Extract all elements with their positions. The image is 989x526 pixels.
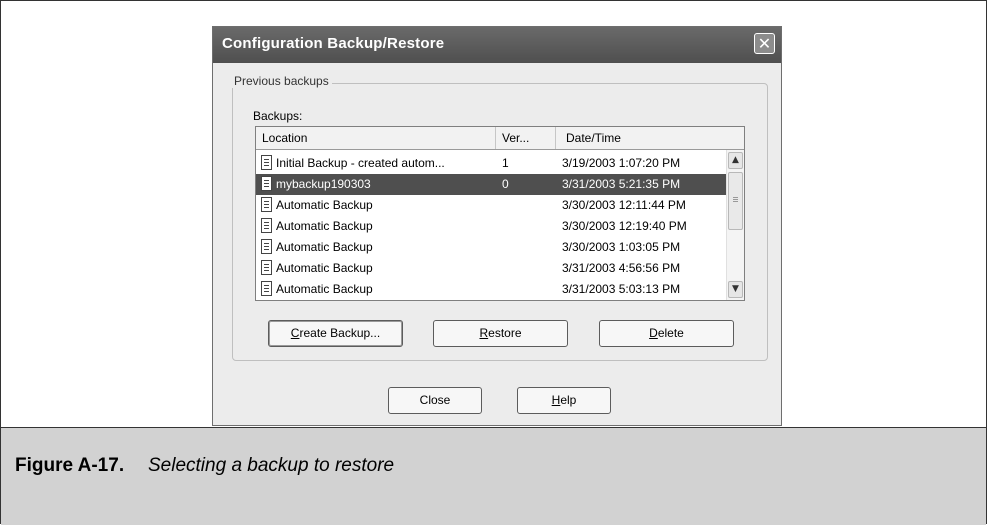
row-location: Automatic Backup <box>276 282 373 296</box>
dialog-title: Configuration Backup/Restore <box>222 35 445 52</box>
backup-restore-dialog: Configuration Backup/Restore ✕ Previous … <box>212 26 782 426</box>
row-datetime: 3/31/2003 5:03:13 PM <box>562 282 681 296</box>
table-row[interactable]: Automatic Backup 3/31/2003 5:03:13 PM <box>256 279 726 300</box>
restore-button[interactable]: Restore <box>433 320 568 347</box>
row-location: Automatic Backup <box>276 198 373 212</box>
table-row[interactable]: Automatic Backup 3/31/2003 4:56:56 PM <box>256 258 726 279</box>
close-icon[interactable]: ✕ <box>754 33 775 54</box>
row-version: 0 <box>502 177 509 191</box>
document-icon <box>261 239 272 254</box>
row-location: Automatic Backup <box>276 240 373 254</box>
chevron-up-icon[interactable]: ▲ <box>728 152 743 169</box>
row-location: mybackup190303 <box>276 177 371 191</box>
help-button[interactable]: Help <box>517 387 611 414</box>
backups-label: Backups: <box>253 109 303 123</box>
table-row[interactable]: Automatic Backup 3/30/2003 12:11:44 PM <box>256 195 726 216</box>
column-header-datetime[interactable]: Date/Time <box>556 127 724 149</box>
delete-label: elete <box>657 326 684 340</box>
table-row[interactable]: Automatic Backup 3/30/2003 12:19:40 PM <box>256 216 726 237</box>
row-datetime: 3/30/2003 12:11:44 PM <box>562 198 686 212</box>
row-datetime: 3/30/2003 1:03:05 PM <box>562 240 681 254</box>
row-datetime: 3/30/2003 12:19:40 PM <box>562 219 687 233</box>
close-label: Close <box>419 393 451 407</box>
figure-caption-bar: Figure A-17. Selecting a backup to resto… <box>1 427 986 525</box>
close-button[interactable]: Close <box>388 387 482 414</box>
listview-header: Location Ver... Date/Time <box>256 127 744 150</box>
help-label: elp <box>560 393 577 407</box>
row-location: Automatic Backup <box>276 219 373 233</box>
figure-label: Figure A-17. <box>15 455 125 476</box>
scrollbar-thumb[interactable] <box>728 172 743 230</box>
column-header-version[interactable]: Ver... <box>496 127 556 149</box>
create-backup-label: reate Backup... <box>299 326 381 340</box>
listview-rows: Initial Backup - created autom... 1 3/19… <box>256 153 726 300</box>
table-row-selected[interactable]: mybackup190303 0 3/31/2003 5:21:35 PM <box>256 174 726 195</box>
delete-accesskey: D <box>649 326 658 340</box>
title-bar[interactable]: Configuration Backup/Restore ✕ <box>213 27 781 63</box>
delete-button[interactable]: Delete <box>599 320 734 347</box>
document-icon <box>261 155 272 170</box>
restore-label: estore <box>488 326 522 340</box>
table-row[interactable]: Initial Backup - created autom... 1 3/19… <box>256 153 726 174</box>
chevron-down-icon[interactable]: ▼ <box>728 281 743 298</box>
previous-backups-label: Previous backups <box>231 74 332 88</box>
table-row[interactable]: Automatic Backup 3/30/2003 1:03:05 PM <box>256 237 726 258</box>
row-datetime: 3/31/2003 4:56:56 PM <box>562 261 681 275</box>
document-icon <box>261 218 272 233</box>
create-backup-button[interactable]: Create Backup... <box>268 320 403 347</box>
row-location: Initial Backup - created autom... <box>276 156 445 170</box>
document-icon <box>261 176 272 191</box>
document-icon <box>261 197 272 212</box>
row-datetime: 3/31/2003 5:21:35 PM <box>562 177 681 191</box>
figure-caption: Selecting a backup to restore <box>148 455 395 476</box>
row-version: 1 <box>502 156 509 170</box>
restore-accesskey: R <box>479 326 489 340</box>
row-datetime: 3/19/2003 1:07:20 PM <box>562 156 681 170</box>
row-location: Automatic Backup <box>276 261 373 275</box>
document-icon <box>261 260 272 275</box>
backups-listview[interactable]: Location Ver... Date/Time Initial Backup… <box>255 126 745 301</box>
vertical-scrollbar[interactable]: ▲ ▼ <box>726 150 744 300</box>
column-header-location[interactable]: Location <box>256 127 496 149</box>
document-icon <box>261 281 272 296</box>
